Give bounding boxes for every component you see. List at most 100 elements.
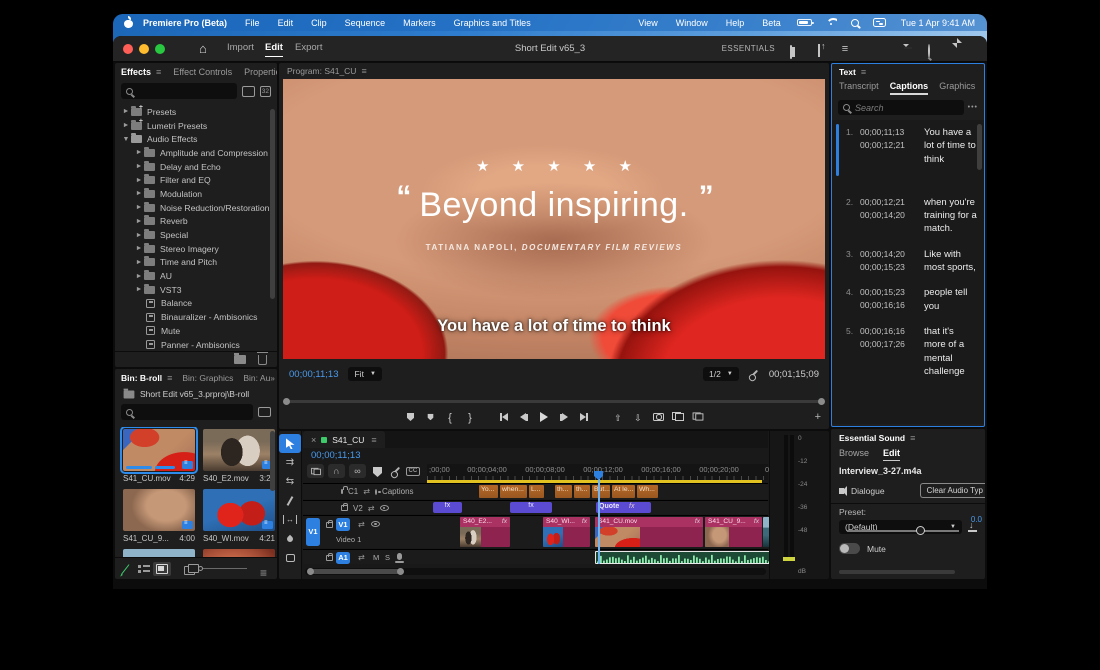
sync-lock-icon[interactable]: ⇄	[358, 553, 365, 562]
playhead-line[interactable]	[598, 479, 600, 564]
tab-import[interactable]: Import	[227, 42, 254, 56]
track-output-icon[interactable]	[371, 521, 380, 527]
effects-tree-item[interactable]: Binauralizer - Ambisonics	[121, 310, 269, 324]
effects-scrollbar[interactable]	[270, 109, 275, 299]
workspace-label[interactable]: ESSENTIALS	[722, 44, 775, 53]
tab-captions[interactable]: Captions	[889, 81, 929, 95]
effects-search-input[interactable]	[138, 86, 232, 96]
track-name[interactable]: V2	[353, 504, 363, 513]
menu-view[interactable]: View	[629, 18, 666, 28]
button-editor-icon[interactable]: +	[815, 411, 821, 423]
caption-start-time[interactable]: 00;00;11;13	[860, 126, 916, 139]
track-target-a1[interactable]: A1	[336, 551, 350, 564]
captions-scrollbar[interactable]	[977, 124, 982, 170]
apple-menu-icon[interactable]	[123, 16, 134, 28]
tab-edit[interactable]: Edit	[265, 42, 283, 57]
selection-tool[interactable]	[279, 434, 301, 453]
tab-bin-graphics[interactable]: Bin: Graphics	[182, 373, 233, 383]
captions-search[interactable]	[838, 100, 964, 115]
tab-effects[interactable]: Effects	[121, 67, 151, 77]
program-video-frame[interactable]: ★ ★ ★ ★ ★ “ Beyond inspiring. ” TATIANA …	[283, 79, 825, 359]
edit-pencil-icon[interactable]	[121, 563, 129, 574]
caption-clip[interactable]: when...	[500, 485, 527, 498]
comments-icon[interactable]	[893, 44, 912, 60]
bin-search-input[interactable]	[138, 407, 248, 417]
caption-row[interactable]: 5. 00;00;16;16 00;00;17;26 that it's more o…	[832, 319, 984, 384]
menu-beta[interactable]: Beta	[753, 18, 790, 28]
bin-panel-menu-icon[interactable]: ≡	[167, 373, 172, 383]
es-tab-edit[interactable]: Edit	[883, 448, 901, 461]
mute-track-button[interactable]: M	[373, 553, 379, 562]
tab-bin-audio[interactable]: Bin: Au	[243, 373, 270, 383]
lock-track-icon[interactable]	[341, 486, 348, 495]
sync-lock-icon[interactable]: ⇄	[368, 504, 375, 513]
lock-track-icon[interactable]	[341, 502, 348, 511]
caption-end-time[interactable]: 00;00;12;21	[860, 139, 916, 152]
caret-right-icon[interactable]: ►	[134, 177, 144, 184]
timeline-menu-icon[interactable]: ≡	[371, 435, 376, 445]
home-button[interactable]: ⌂	[199, 41, 207, 56]
video-clip-S40-WI-[interactable]: S40_WI... fx	[543, 517, 590, 547]
caret-right-icon[interactable]: ►	[134, 273, 144, 280]
extract-icon[interactable]: ⇩	[629, 413, 647, 424]
caption-row[interactable]: 1. 00;00;11;13 00;00;12;21 You have a lot o…	[832, 120, 984, 190]
captions-search-input[interactable]	[855, 102, 959, 113]
effects-tree-item[interactable]: Balance	[121, 297, 269, 311]
caption-text[interactable]: Like with most sports,	[916, 248, 978, 275]
comparison-view-icon[interactable]	[669, 412, 687, 424]
ripple-edit-tool[interactable]: ⇆	[279, 472, 301, 491]
new-bin-icon[interactable]	[234, 353, 246, 364]
lock-track-icon[interactable]	[326, 552, 333, 561]
minimize-window-button[interactable]	[139, 44, 149, 54]
clip-thumbnail[interactable]	[120, 427, 198, 474]
essential-sound-scrollbar[interactable]	[839, 570, 955, 574]
wifi-icon[interactable]	[826, 18, 837, 27]
dialogue-label[interactable]: Dialogue	[851, 486, 885, 496]
monitor-scrollbar[interactable]	[283, 398, 825, 405]
caret-right-icon[interactable]: ►	[134, 204, 144, 211]
bin-scrollbar[interactable]	[270, 431, 275, 491]
bin-clip-S40-WI-mov[interactable]: S40_WI.mov 4:21	[203, 489, 275, 543]
export-frame-icon[interactable]	[649, 412, 667, 424]
control-center-icon[interactable]	[872, 18, 886, 27]
bin-path[interactable]: Short Edit v65_3.prproj\B-roll	[140, 389, 249, 399]
caption-end-time[interactable]: 00;00;17;26	[860, 338, 916, 351]
audio-clip[interactable]	[595, 550, 782, 564]
caption-clip[interactable]: At le...	[612, 485, 635, 498]
play-button-icon[interactable]	[535, 411, 553, 425]
clip-name[interactable]: S41_CU_9...	[123, 534, 169, 543]
caption-clip[interactable]: But...	[592, 485, 610, 498]
captions-visibility-icon[interactable]: CC	[406, 467, 420, 476]
effects-tree-item[interactable]: Mute	[121, 324, 269, 338]
caret-right-icon[interactable]: ►	[134, 218, 144, 225]
panel-layout-icon[interactable]	[783, 44, 799, 60]
essential-sound-title[interactable]: Essential Sound	[839, 433, 905, 443]
effects-tree-item[interactable]: ► Presets	[121, 105, 269, 119]
video-clip-S41-CU-9-[interactable]: S41_CU_9... fx	[705, 517, 762, 547]
mark-out-icon[interactable]: }	[461, 412, 479, 424]
effects-tree-item[interactable]: ► Special	[121, 228, 269, 242]
effects-tree-item[interactable]: ► AU	[121, 269, 269, 283]
delete-icon[interactable]	[257, 352, 268, 365]
effects-panel-menu-icon[interactable]: ≡	[156, 67, 161, 77]
go-to-out-icon[interactable]	[575, 412, 593, 424]
clear-audio-type-button[interactable]: Clear Audio Typ	[919, 483, 985, 498]
battery-icon[interactable]	[796, 19, 814, 26]
es-tab-browse[interactable]: Browse	[839, 448, 869, 461]
voiceover-record-icon[interactable]	[395, 553, 404, 563]
icon-view-button[interactable]	[152, 561, 171, 576]
program-monitor-title[interactable]: Program: S41_CU	[287, 66, 356, 76]
menu-file[interactable]: File	[236, 18, 269, 28]
tab-graphics[interactable]: Graphics	[939, 81, 975, 95]
caption-end-time[interactable]: 00;00;15;23	[860, 261, 916, 274]
effects-tree-item[interactable]: ► Reverb	[121, 215, 269, 229]
timeline-timecode[interactable]: 00;00;11;13	[311, 450, 360, 461]
marker-icon[interactable]	[421, 412, 439, 425]
sequence-tab[interactable]: × S41_CU ≡	[303, 431, 385, 448]
caption-text[interactable]: when you're training for a match.	[916, 196, 978, 236]
caret-right-icon[interactable]: ►	[121, 122, 131, 129]
menu-graphics-and-titles[interactable]: Graphics and Titles	[445, 18, 540, 28]
zoom-window-button[interactable]	[155, 44, 165, 54]
list-view-icon[interactable]	[138, 564, 143, 574]
menu-help[interactable]: Help	[717, 18, 754, 28]
